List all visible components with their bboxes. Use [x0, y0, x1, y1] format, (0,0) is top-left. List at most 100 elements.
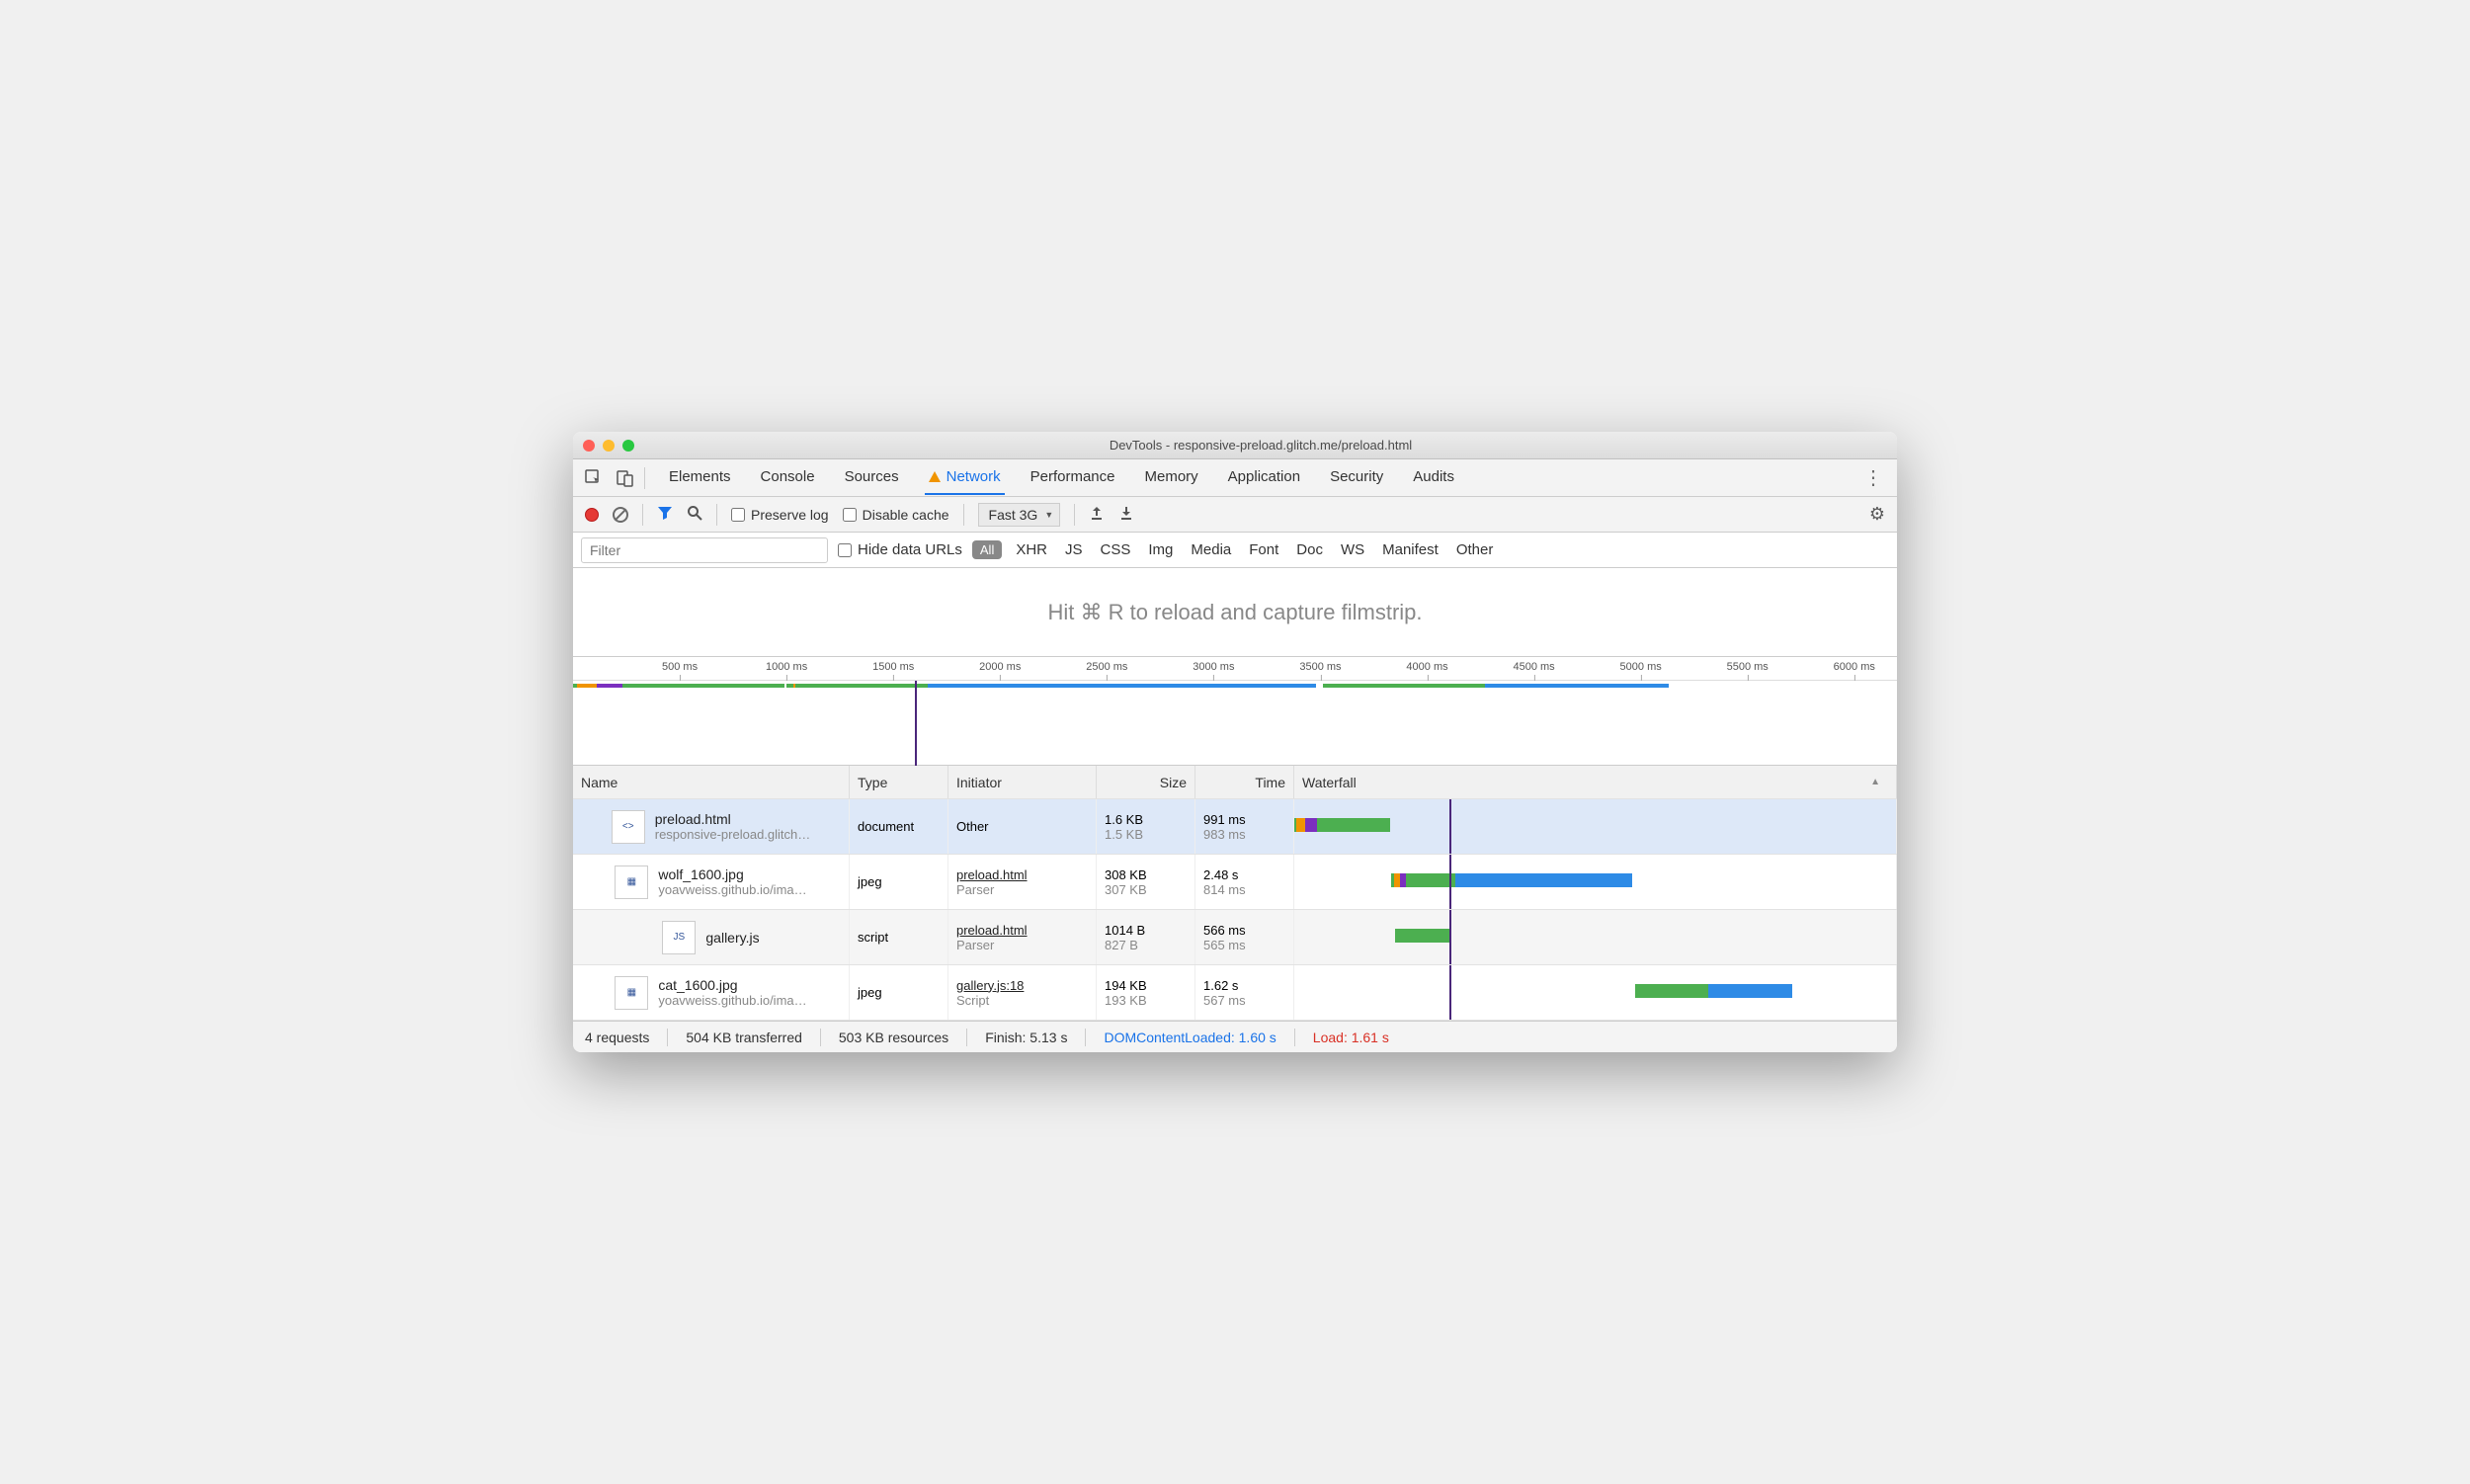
initiator-type: Parser [956, 882, 1088, 897]
record-button[interactable] [585, 508, 599, 522]
timeline-ruler: 500 ms1000 ms1500 ms2000 ms2500 ms3000 m… [573, 657, 1897, 681]
request-name: cat_1600.jpg [658, 977, 806, 993]
filter-font[interactable]: Font [1245, 541, 1282, 558]
col-initiator[interactable]: Initiator [948, 766, 1097, 798]
device-toolbar-icon[interactable] [613, 465, 638, 491]
request-size: 1.6 KB [1105, 812, 1187, 827]
request-time: 2.48 s [1203, 867, 1285, 882]
request-name: gallery.js [705, 930, 759, 946]
col-size[interactable]: Size [1097, 766, 1195, 798]
filmstrip-placeholder: Hit ⌘ R to reload and capture filmstrip. [573, 568, 1897, 657]
request-name: preload.html [655, 811, 811, 827]
filter-toggle-icon[interactable] [657, 505, 673, 524]
zoom-window-button[interactable] [622, 440, 634, 452]
disable-cache-checkbox[interactable]: Disable cache [843, 507, 949, 523]
finish-time: Finish: 5.13 s [985, 1030, 1067, 1045]
initiator-type: Parser [956, 938, 1088, 952]
request-time: 1.62 s [1203, 978, 1285, 993]
close-window-button[interactable] [583, 440, 595, 452]
filter-all-pill[interactable]: All [972, 540, 1002, 559]
clear-button[interactable] [613, 507, 628, 523]
upload-har-icon[interactable] [1089, 505, 1105, 524]
more-options-icon[interactable]: ⋮ [1857, 468, 1889, 488]
window-title: DevTools - responsive-preload.glitch.me/… [634, 438, 1887, 453]
request-latency: 567 ms [1203, 993, 1285, 1008]
download-har-icon[interactable] [1118, 505, 1134, 524]
timeline-tick: 500 ms [662, 661, 698, 673]
request-size-uncompressed: 827 B [1105, 938, 1187, 952]
request-initiator[interactable]: preload.html [956, 867, 1088, 882]
tab-network[interactable]: Network [925, 460, 1005, 495]
col-time[interactable]: Time [1195, 766, 1294, 798]
filter-manifest[interactable]: Manifest [1378, 541, 1442, 558]
tab-performance[interactable]: Performance [1027, 460, 1119, 495]
transferred-size: 504 KB transferred [686, 1030, 802, 1045]
divider [644, 467, 645, 489]
tab-audits[interactable]: Audits [1409, 460, 1458, 495]
tab-memory[interactable]: Memory [1141, 460, 1202, 495]
panel-tabs: Elements Console Sources Network Perform… [573, 459, 1897, 497]
waterfall-cell [1294, 910, 1897, 964]
table-row[interactable]: ▦ cat_1600.jpg yoavweiss.github.io/ima… … [573, 965, 1897, 1021]
request-size-uncompressed: 1.5 KB [1105, 827, 1187, 842]
divider [963, 504, 964, 526]
minimize-window-button[interactable] [603, 440, 615, 452]
request-time: 566 ms [1203, 923, 1285, 938]
requests-count: 4 requests [585, 1030, 649, 1045]
table-row[interactable]: <> preload.html responsive-preload.glitc… [573, 799, 1897, 855]
table-row[interactable]: JS gallery.js script preload.html Parser… [573, 910, 1897, 965]
filter-input[interactable] [581, 537, 828, 563]
devtools-window: DevTools - responsive-preload.glitch.me/… [573, 432, 1897, 1052]
request-initiator[interactable]: gallery.js:18 [956, 978, 1088, 993]
traffic-lights [583, 440, 634, 452]
dom-content-loaded: DOMContentLoaded: 1.60 s [1104, 1030, 1276, 1045]
timeline-tick: 3500 ms [1299, 661, 1341, 673]
request-type: jpeg [850, 965, 948, 1020]
request-size: 1014 B [1105, 923, 1187, 938]
hide-data-urls-checkbox[interactable]: Hide data URLs [838, 541, 962, 558]
table-header: Name Type Initiator Size Time Waterfall▲ [573, 766, 1897, 799]
waterfall-bar [1455, 873, 1632, 887]
table-row[interactable]: ▦ wolf_1600.jpg yoavweiss.github.io/ima…… [573, 855, 1897, 910]
waterfall-bar [1406, 873, 1455, 887]
overview-timeline[interactable]: 500 ms1000 ms1500 ms2000 ms2500 ms3000 m… [573, 657, 1897, 766]
col-type[interactable]: Type [850, 766, 948, 798]
waterfall-bar [1395, 929, 1450, 943]
settings-icon[interactable]: ⚙ [1869, 504, 1885, 525]
timeline-tick: 3000 ms [1193, 661, 1234, 673]
filter-media[interactable]: Media [1187, 541, 1235, 558]
filter-img[interactable]: Img [1144, 541, 1177, 558]
filter-ws[interactable]: WS [1337, 541, 1368, 558]
waterfall-bar [1317, 818, 1391, 832]
filter-xhr[interactable]: XHR [1012, 541, 1051, 558]
load-time: Load: 1.61 s [1313, 1030, 1389, 1045]
timeline-body [573, 681, 1897, 766]
status-bar: 4 requests 504 KB transferred 503 KB res… [573, 1021, 1897, 1052]
preserve-log-checkbox[interactable]: Preserve log [731, 507, 829, 523]
filter-js[interactable]: JS [1061, 541, 1087, 558]
tab-console[interactable]: Console [757, 460, 819, 495]
filter-css[interactable]: CSS [1097, 541, 1135, 558]
request-domain: yoavweiss.github.io/ima… [658, 993, 806, 1008]
timeline-tick: 4000 ms [1406, 661, 1447, 673]
col-name[interactable]: Name [573, 766, 850, 798]
search-icon[interactable] [687, 505, 702, 524]
tab-application[interactable]: Application [1224, 460, 1304, 495]
request-name: wolf_1600.jpg [658, 866, 806, 882]
filter-other[interactable]: Other [1452, 541, 1498, 558]
tab-sources[interactable]: Sources [841, 460, 903, 495]
filter-doc[interactable]: Doc [1292, 541, 1327, 558]
inspect-element-icon[interactable] [581, 465, 607, 491]
waterfall-bar [1708, 984, 1791, 998]
file-type-icon: ▦ [615, 866, 648, 899]
tab-security[interactable]: Security [1326, 460, 1387, 495]
throttling-select[interactable]: Fast 3G [978, 503, 1061, 527]
request-type: document [850, 799, 948, 854]
waterfall-bar [1296, 818, 1305, 832]
timeline-tick: 6000 ms [1834, 661, 1875, 673]
tab-elements[interactable]: Elements [665, 460, 735, 495]
request-initiator[interactable]: preload.html [956, 923, 1088, 938]
file-type-icon: <> [612, 810, 645, 844]
col-waterfall[interactable]: Waterfall▲ [1294, 766, 1897, 798]
filter-bar: Hide data URLs All XHR JS CSS Img Media … [573, 533, 1897, 568]
